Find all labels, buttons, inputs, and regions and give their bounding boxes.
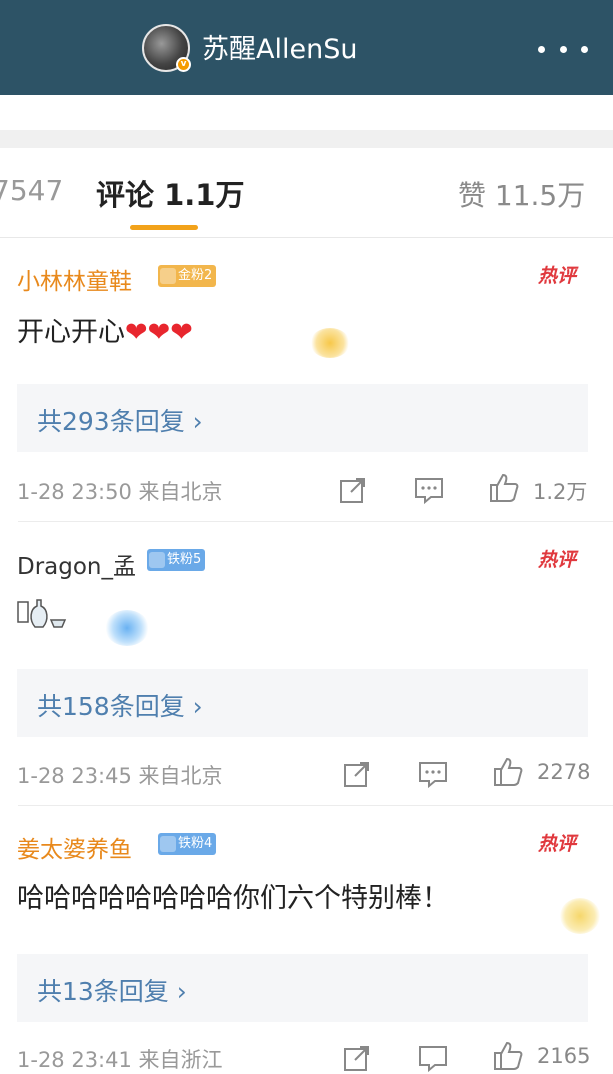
comment-username[interactable]: 姜太婆养鱼 xyxy=(17,830,132,864)
like-icon[interactable] xyxy=(492,1040,524,1072)
top-bar: v 苏醒AllenSu xyxy=(0,0,613,95)
tab-active-indicator xyxy=(130,225,198,230)
hot-comment-tag: 热评 xyxy=(537,265,576,287)
verified-badge-icon: v xyxy=(176,57,191,72)
share-icon[interactable] xyxy=(341,1042,373,1074)
like-count: 1.2万 xyxy=(533,480,588,504)
like-count: 2278 xyxy=(537,760,591,784)
comment-text: 开心开心❤❤❤ xyxy=(17,310,193,349)
comment-username[interactable]: Dragon_孟 xyxy=(17,547,136,581)
section-divider xyxy=(0,130,613,148)
fan-badge-label: 铁粉4 xyxy=(178,836,213,851)
comment-item: Dragon_孟 铁粉5 热评 共158条回复 › 1-28 23:45 来自北… xyxy=(0,522,613,805)
crown-icon xyxy=(160,836,176,852)
crown-icon xyxy=(160,268,176,284)
tab-bar: 7547 评论 1.1万 赞 11.5万 xyxy=(0,150,613,238)
sticker-decoration-icon xyxy=(560,898,600,934)
comment-text-body: 开心开心 xyxy=(17,317,125,348)
comment-username[interactable]: 小林林童鞋 xyxy=(17,262,132,296)
reply-count-link[interactable]: 共293条回复 › xyxy=(37,402,203,438)
hot-comment-tag: 热评 xyxy=(537,549,576,571)
like-icon[interactable] xyxy=(492,756,524,788)
tab-likes[interactable]: 赞 11.5万 xyxy=(458,174,585,214)
sake-emoji-icon xyxy=(17,599,67,628)
like-icon[interactable] xyxy=(488,472,520,504)
dot-icon xyxy=(538,45,545,53)
comment-icon[interactable] xyxy=(413,474,445,506)
like-count: 2165 xyxy=(537,1044,591,1068)
fan-badge: 铁粉5 xyxy=(147,549,206,571)
comment-icon[interactable] xyxy=(417,1042,449,1074)
comment-meta: 1-28 23:45 来自北京 xyxy=(17,764,223,788)
heart-emoji-icon: ❤❤❤ xyxy=(125,317,193,348)
comment-meta: 1-28 23:41 来自浙江 xyxy=(17,1048,223,1072)
reply-count-link[interactable]: 共158条回复 › xyxy=(37,687,203,723)
badge-sparkle-icon xyxy=(105,610,149,646)
comment-text: 哈哈哈哈哈哈哈哈你们六个特别棒！ xyxy=(17,883,449,914)
reply-box[interactable]: 共13条回复 › xyxy=(17,954,588,1022)
reply-box[interactable]: 共293条回复 › xyxy=(17,384,588,452)
diamond-icon xyxy=(149,552,165,568)
page-title[interactable]: 苏醒AllenSu xyxy=(202,30,357,70)
comment-icon[interactable] xyxy=(417,758,449,790)
fan-badge: 铁粉4 xyxy=(158,833,217,855)
fan-badge: 金粉2 xyxy=(158,265,217,287)
tab-comments[interactable]: 评论 1.1万 xyxy=(96,172,244,214)
dot-icon xyxy=(581,45,588,53)
reply-box[interactable]: 共158条回复 › xyxy=(17,669,588,737)
share-icon[interactable] xyxy=(337,474,369,506)
comment-item: 姜太婆养鱼 铁粉4 热评 哈哈哈哈哈哈哈哈你们六个特别棒！ 共13条回复 › 1… xyxy=(0,806,613,1073)
dot-icon xyxy=(559,45,567,53)
comment-item: 小林林童鞋 金粉2 热评 开心开心❤❤❤ 共293条回复 › 1-28 23:5… xyxy=(0,238,613,521)
tab-reposts[interactable]: 7547 xyxy=(0,174,63,207)
more-options-button[interactable] xyxy=(538,34,588,64)
comment-meta: 1-28 23:50 来自北京 xyxy=(17,480,223,504)
fan-badge-label: 金粉2 xyxy=(178,268,213,283)
reply-count-link[interactable]: 共13条回复 › xyxy=(37,972,187,1008)
badge-sparkle-icon xyxy=(310,328,350,358)
share-icon[interactable] xyxy=(341,758,373,790)
hot-comment-tag: 热评 xyxy=(537,833,576,855)
fan-badge-label: 铁粉5 xyxy=(167,552,202,567)
